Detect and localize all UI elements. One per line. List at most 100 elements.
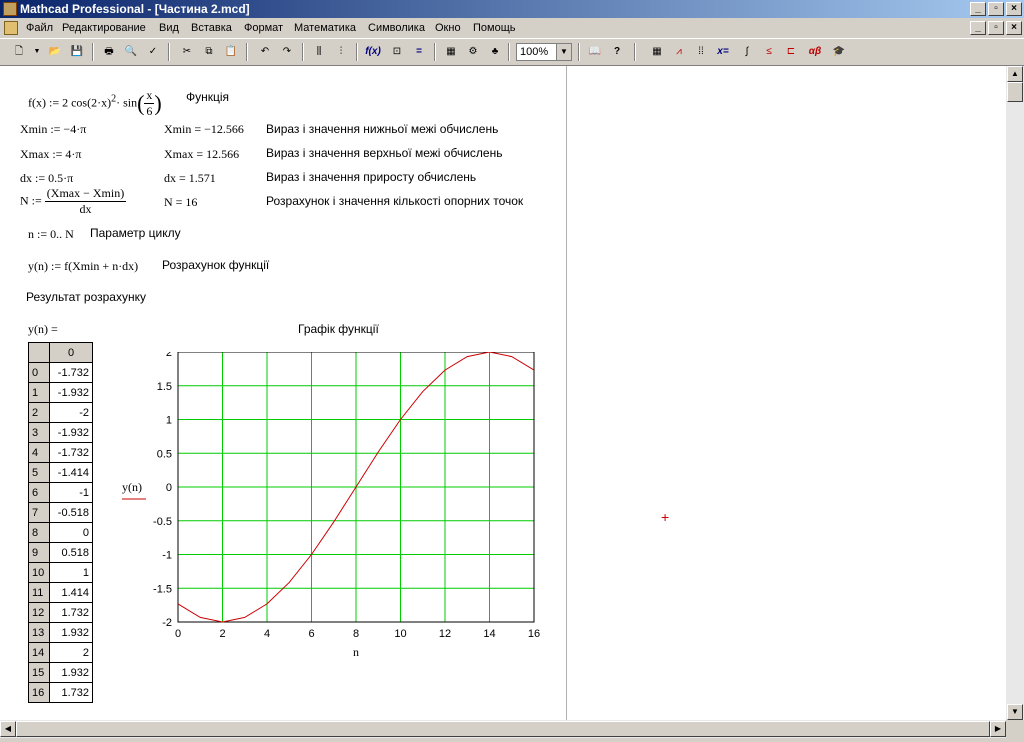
document-icon[interactable] <box>4 21 18 35</box>
dx-value[interactable]: dx = 1.571 <box>164 171 216 186</box>
toolbar: 🗋 ▼ 📂 💾 🖶 🔍 ✓ ✂ ⧉ 📋 ↶ ↷ ⫼ ⫶ f(x) ⊡ = ▦ ⚙… <box>0 38 1024 66</box>
minimize-button[interactable]: _ <box>970 2 986 16</box>
calculate-icon[interactable]: = <box>410 43 428 61</box>
y-axis-label: y(n) <box>122 480 142 494</box>
dx-definition[interactable]: dx := 0.5·π <box>20 171 73 186</box>
align-horizontal-icon[interactable]: ⫼ <box>310 43 328 61</box>
table-row: 0 -1.732 <box>28 362 93 383</box>
y-tick-label: 2 <box>166 352 172 359</box>
status-bar <box>0 738 1024 742</box>
menu-insert[interactable]: Вставка <box>191 22 232 34</box>
worksheet[interactable]: f(x) := 2 cos(2·x)2· sin(x 6) Функція Xmi… <box>0 66 1006 720</box>
scroll-right-button[interactable]: ▶ <box>990 721 1006 737</box>
row-value: -1 <box>49 482 93 503</box>
row-index: 0 <box>28 362 50 383</box>
insert-function-icon[interactable]: f(x) <box>364 43 382 61</box>
hierarchy-icon[interactable]: ♣ <box>486 43 504 61</box>
graph-toolbar-icon[interactable]: ⩘ <box>670 43 688 61</box>
cut-icon[interactable]: ✂ <box>178 43 196 61</box>
zoom-select[interactable]: 100% ▼ <box>516 43 572 61</box>
mathcad-app-icon[interactable] <box>3 2 17 16</box>
xmax-definition[interactable]: Xmax := 4·π <box>20 147 81 162</box>
save-icon[interactable]: 💾 <box>68 43 86 61</box>
xmin-definition[interactable]: Xmin := −4·π <box>20 122 86 137</box>
new-dropdown-icon[interactable]: ▼ <box>28 43 46 61</box>
print-icon[interactable]: 🖶 <box>100 43 118 61</box>
matrix-toolbar-icon[interactable]: ⁞⁞ <box>692 43 710 61</box>
table-row: 15 1.932 <box>28 662 93 683</box>
greek-toolbar-icon[interactable]: αβ <box>806 43 824 61</box>
n-label: Розрахунок і значення кількості опорних … <box>266 194 524 208</box>
calculator-toolbar-icon[interactable]: ▦ <box>648 43 666 61</box>
insert-unit-icon[interactable]: ⊡ <box>388 43 406 61</box>
calculus-toolbar-icon[interactable]: ∫ <box>738 43 756 61</box>
scroll-down-button[interactable]: ▼ <box>1007 704 1023 720</box>
doc-restore-button[interactable]: ▫ <box>988 21 1004 35</box>
help-icon[interactable]: ? <box>608 43 626 61</box>
symbolic-toolbar-icon[interactable]: 🎓 <box>830 43 848 61</box>
table-column-header: 0 <box>49 342 93 363</box>
scroll-up-button[interactable]: ▲ <box>1007 66 1023 82</box>
boolean-toolbar-icon[interactable]: ≤ <box>760 43 778 61</box>
xmax-value[interactable]: Xmax = 12.566 <box>164 147 239 162</box>
undo-icon[interactable]: ↶ <box>256 43 274 61</box>
menu-edit[interactable]: Редактирование <box>62 22 146 34</box>
row-value: 0.518 <box>49 542 93 563</box>
menu-view[interactable]: Вид <box>159 22 179 34</box>
maximize-button[interactable]: ▫ <box>988 2 1004 16</box>
redo-icon[interactable]: ↷ <box>278 43 296 61</box>
dx-label: Вираз і значення приросту обчислень <box>266 170 477 184</box>
table-row: 7 -0.518 <box>28 502 93 523</box>
spell-check-icon[interactable]: ✓ <box>144 43 162 61</box>
xmin-value[interactable]: Xmin = −12.566 <box>164 122 244 137</box>
resource-center-icon[interactable]: 📖 <box>586 43 604 61</box>
horizontal-scroll-thumb[interactable] <box>16 721 990 737</box>
paste-icon[interactable]: 📋 <box>222 43 240 61</box>
align-vertical-icon[interactable]: ⫶ <box>332 43 350 61</box>
menu-window[interactable]: Окно <box>435 22 461 34</box>
chart-title: Графік функції <box>298 322 379 336</box>
new-document-icon[interactable]: 🗋 <box>10 43 28 61</box>
n-value[interactable]: N = 16 <box>164 195 197 210</box>
menu-math[interactable]: Математика <box>294 22 356 34</box>
menu-help[interactable]: Помощь <box>473 22 516 34</box>
insert-component-icon[interactable]: ▦ <box>442 43 460 61</box>
y-tick-label: -1 <box>162 550 172 562</box>
y-definition[interactable]: y(n) := f(Xmin + n·dx) <box>28 259 138 274</box>
print-preview-icon[interactable]: 🔍 <box>122 43 140 61</box>
x-tick-label: 12 <box>439 628 451 640</box>
doc-minimize-button[interactable]: _ <box>970 21 986 35</box>
programming-toolbar-icon[interactable]: ⊏ <box>782 43 800 61</box>
vertical-scroll-thumb[interactable] <box>1007 82 1023 102</box>
function-definition[interactable]: f(x) := 2 cos(2·x)2· sin(x 6) <box>28 88 162 119</box>
vertical-scrollbar[interactable]: ▲ ▼ <box>1006 66 1024 720</box>
scroll-left-button[interactable]: ◀ <box>0 721 16 737</box>
result-table[interactable]: 0 0 -1.732 1 -1.932 2 -2 3 -1.932 4 -1.732 5 -1.414… <box>28 342 93 703</box>
y-tick-label: -1.5 <box>153 583 172 595</box>
menu-symbolics[interactable]: Символика <box>368 22 425 34</box>
run-icon[interactable]: ⚙ <box>464 43 482 61</box>
copy-icon[interactable]: ⧉ <box>200 43 218 61</box>
table-header[interactable]: y(n) = <box>28 322 58 337</box>
close-button[interactable]: × <box>1006 2 1022 16</box>
title-bar: Mathcad Professional - [Частина 2.mcd] _… <box>0 0 1024 18</box>
menu-format[interactable]: Формат <box>244 22 283 34</box>
row-index: 11 <box>28 582 50 603</box>
row-index: 14 <box>28 642 50 663</box>
function-graph[interactable]: 0 2 4 6 8 10 12 14 16 2 1.5 1 0.5 0 -0.5 -1 -1.5 -2 n y(n) <box>110 352 550 682</box>
menu-file[interactable]: Файл <box>26 22 53 34</box>
n-definition[interactable]: N := (Xmax − Xmin) dx <box>20 186 127 217</box>
x-tick-label: 14 <box>483 628 495 640</box>
evaluation-toolbar-icon[interactable]: x= <box>714 43 732 61</box>
zoom-dropdown-icon[interactable]: ▼ <box>556 44 571 60</box>
open-folder-icon[interactable]: 📂 <box>46 43 64 61</box>
row-value: 1.932 <box>49 622 93 643</box>
row-value: 1.414 <box>49 582 93 603</box>
horizontal-scrollbar[interactable]: ◀ ▶ <box>0 720 1006 738</box>
range-definition[interactable]: n := 0.. N <box>28 227 74 242</box>
y-tick-label: 0 <box>166 482 172 494</box>
table-row: 9 0.518 <box>28 542 93 563</box>
row-index: 5 <box>28 462 50 483</box>
row-value: 0 <box>49 522 93 543</box>
doc-close-button[interactable]: × <box>1006 21 1022 35</box>
